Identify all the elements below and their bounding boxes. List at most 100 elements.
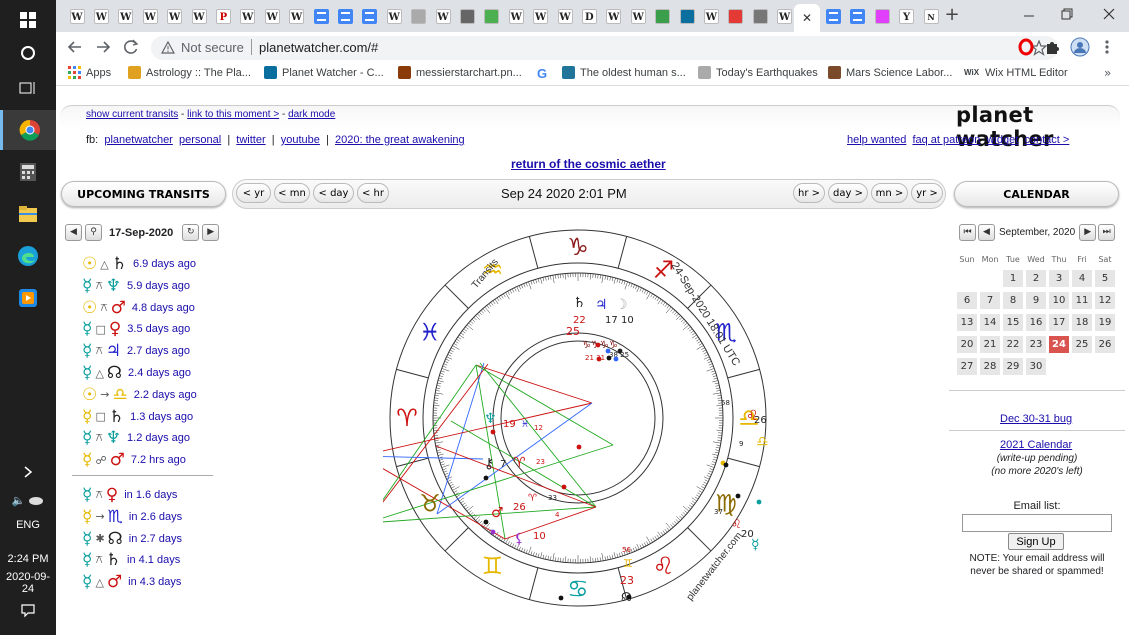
bookmark-item[interactable]: The oldest human s... <box>562 66 686 79</box>
calendar-day[interactable]: 19 <box>1095 314 1115 331</box>
calendar-day[interactable]: 18 <box>1072 314 1092 331</box>
calendar-day[interactable]: 2 <box>1026 270 1046 287</box>
planet-label[interactable]: 23 <box>620 574 634 587</box>
url-text[interactable]: planetwatcher.com/# <box>259 40 378 55</box>
tab-item[interactable] <box>310 6 332 26</box>
profile-avatar-button[interactable] <box>1070 37 1090 60</box>
taskbar-file-explorer-app[interactable] <box>0 194 56 234</box>
tab-item[interactable]: W <box>530 6 552 26</box>
calendar-day[interactable]: 7 <box>980 292 1000 309</box>
bookmark-item[interactable]: messierstarchart.pn... <box>398 66 522 79</box>
next-year-button[interactable]: yr > <box>911 183 943 203</box>
calendar-day[interactable]: 15 <box>1003 314 1023 331</box>
tab-item[interactable]: W <box>139 6 161 26</box>
transit-row[interactable]: ☉ → ♎ 2.2 days ago <box>82 385 197 405</box>
transit-time[interactable]: in 2.6 days <box>129 511 182 523</box>
tab-item[interactable] <box>359 6 381 26</box>
planet-label[interactable]: 25 <box>566 325 580 338</box>
tab-item[interactable]: D <box>578 6 600 26</box>
bookmark-item[interactable]: Today's Earthquakes <box>698 66 818 79</box>
transit-row[interactable]: ☿ △ ♂ in 4.3 days <box>82 572 181 592</box>
planet-label[interactable]: ♃ <box>595 297 608 313</box>
faq-patreon-link[interactable]: faq at patreon <box>912 134 980 146</box>
next-hour-button[interactable]: hr > <box>793 183 825 203</box>
transit-row[interactable]: ☿ ⚻ ♃ 2.7 days ago <box>82 341 190 361</box>
taskbar-media-app[interactable] <box>0 278 56 318</box>
calendar-day[interactable]: 3 <box>1049 270 1069 287</box>
bookmark-item[interactable]: Apps <box>68 66 111 79</box>
tab-item[interactable] <box>822 6 844 26</box>
prev-date-button[interactable]: ◀ <box>65 224 82 241</box>
tab-item[interactable]: W <box>188 6 210 26</box>
calendar-day[interactable]: 20 <box>957 336 977 353</box>
calendar-day[interactable]: 9 <box>1026 292 1046 309</box>
transit-row[interactable]: ☿ ⚻ ♆ 1.2 days ago <box>82 428 190 448</box>
planet-label[interactable]: 26 <box>754 415 767 426</box>
close-window-button[interactable] <box>1094 4 1124 24</box>
planet-label[interactable]: ♂ <box>491 505 504 521</box>
minimize-button[interactable] <box>1014 8 1044 24</box>
twitter-link[interactable]: twitter <box>236 134 265 146</box>
calendar-day[interactable]: 17 <box>1049 314 1069 331</box>
refresh-transits-button[interactable]: ↻ <box>182 224 200 241</box>
calendar-day[interactable]: 28 <box>980 358 1000 375</box>
transit-time[interactable]: in 1.6 days <box>124 489 177 501</box>
transit-time[interactable]: 1.3 days ago <box>130 411 193 423</box>
transit-time[interactable]: 3.5 days ago <box>127 323 190 335</box>
transit-time[interactable]: in 2.7 days <box>129 533 182 545</box>
calendar-day[interactable]: 25 <box>1072 336 1092 353</box>
transit-row[interactable]: ☿ △ ☊ 2.4 days ago <box>82 363 191 383</box>
calendar-day[interactable]: 6 <box>957 292 977 309</box>
restore-button[interactable] <box>1052 4 1082 24</box>
planet-label[interactable]: 58 <box>721 399 730 407</box>
email-input[interactable] <box>962 514 1112 532</box>
calendar-day[interactable]: 26 <box>1095 336 1115 353</box>
transit-row[interactable]: ☿ ⚻ ♄ in 4.1 days <box>82 550 180 570</box>
tab-item[interactable]: W <box>66 6 88 26</box>
tab-item[interactable]: W <box>383 6 405 26</box>
calendar-day[interactable]: 13 <box>957 314 977 331</box>
close-tab-icon[interactable]: ✕ <box>802 11 812 25</box>
planet-label[interactable]: ⚸ <box>514 531 524 547</box>
next-day-button[interactable]: day > <box>828 183 868 203</box>
transit-time[interactable]: 4.8 days ago <box>132 302 195 314</box>
tab-item[interactable]: W <box>505 6 527 26</box>
planet-label[interactable]: ⚷ <box>484 456 494 472</box>
contact-link[interactable]: contact > <box>1024 134 1069 146</box>
tab-item[interactable]: W <box>554 6 576 26</box>
tab-item[interactable]: W <box>164 6 186 26</box>
transit-row[interactable]: ☿ ⚻ ♀ in 1.6 days <box>82 485 177 505</box>
reload-button[interactable] <box>120 37 142 57</box>
chrome-menu-button[interactable] <box>1102 38 1112 59</box>
transit-time[interactable]: in 4.1 days <box>127 554 180 566</box>
tab-item[interactable] <box>408 6 430 26</box>
calendar-day[interactable]: 4 <box>1072 270 1092 287</box>
calendar-day[interactable]: 1 <box>1003 270 1023 287</box>
transit-time[interactable]: 2.7 days ago <box>127 345 190 357</box>
planet-label[interactable]: 10 <box>533 531 546 542</box>
prev-day-button[interactable]: < day <box>313 183 354 203</box>
astrology-wheel[interactable]: ♑♐♏♎♍♌♋♊♉♈♓♒ ♄♃☽22171025♑♑♑♑21 3138 25♆1… <box>383 217 773 617</box>
tab-item[interactable]: W <box>237 6 259 26</box>
tab-item[interactable] <box>676 6 698 26</box>
calendar-day[interactable]: 10 <box>1049 292 1069 309</box>
tab-active-planetwatcher[interactable]: ✕ <box>794 4 820 32</box>
transit-time[interactable]: 6.9 days ago <box>133 258 196 270</box>
calendar-day[interactable]: 21 <box>980 336 1000 353</box>
address-bar[interactable]: Not secure planetwatcher.com/# <box>151 36 1058 60</box>
taskbar-calculator-app[interactable] <box>0 152 56 192</box>
planet-label[interactable]: 7 <box>500 459 506 470</box>
fb-planetwatcher-link[interactable]: planetwatcher <box>104 134 173 146</box>
planet-label[interactable]: ♓ <box>521 420 529 430</box>
bookmark-item[interactable]: Mars Science Labor... <box>828 66 952 79</box>
transit-row[interactable]: ☿ □ ♀ 3.5 days ago <box>82 319 190 339</box>
planet-label[interactable]: 19 <box>503 419 516 430</box>
transit-row[interactable]: ☉ △ ♄ 6.9 days ago <box>82 254 196 274</box>
calendar-day[interactable]: 30 <box>1026 358 1046 375</box>
transit-time[interactable]: 7.2 hrs ago <box>131 454 186 466</box>
next-date-button[interactable]: ▶ <box>202 224 220 241</box>
next-month-button[interactable]: mn > <box>871 183 908 203</box>
planet-label[interactable]: ♄ <box>573 295 586 311</box>
clock-time[interactable]: 2:24 PM <box>0 553 56 565</box>
tab-item[interactable]: W <box>627 6 649 26</box>
